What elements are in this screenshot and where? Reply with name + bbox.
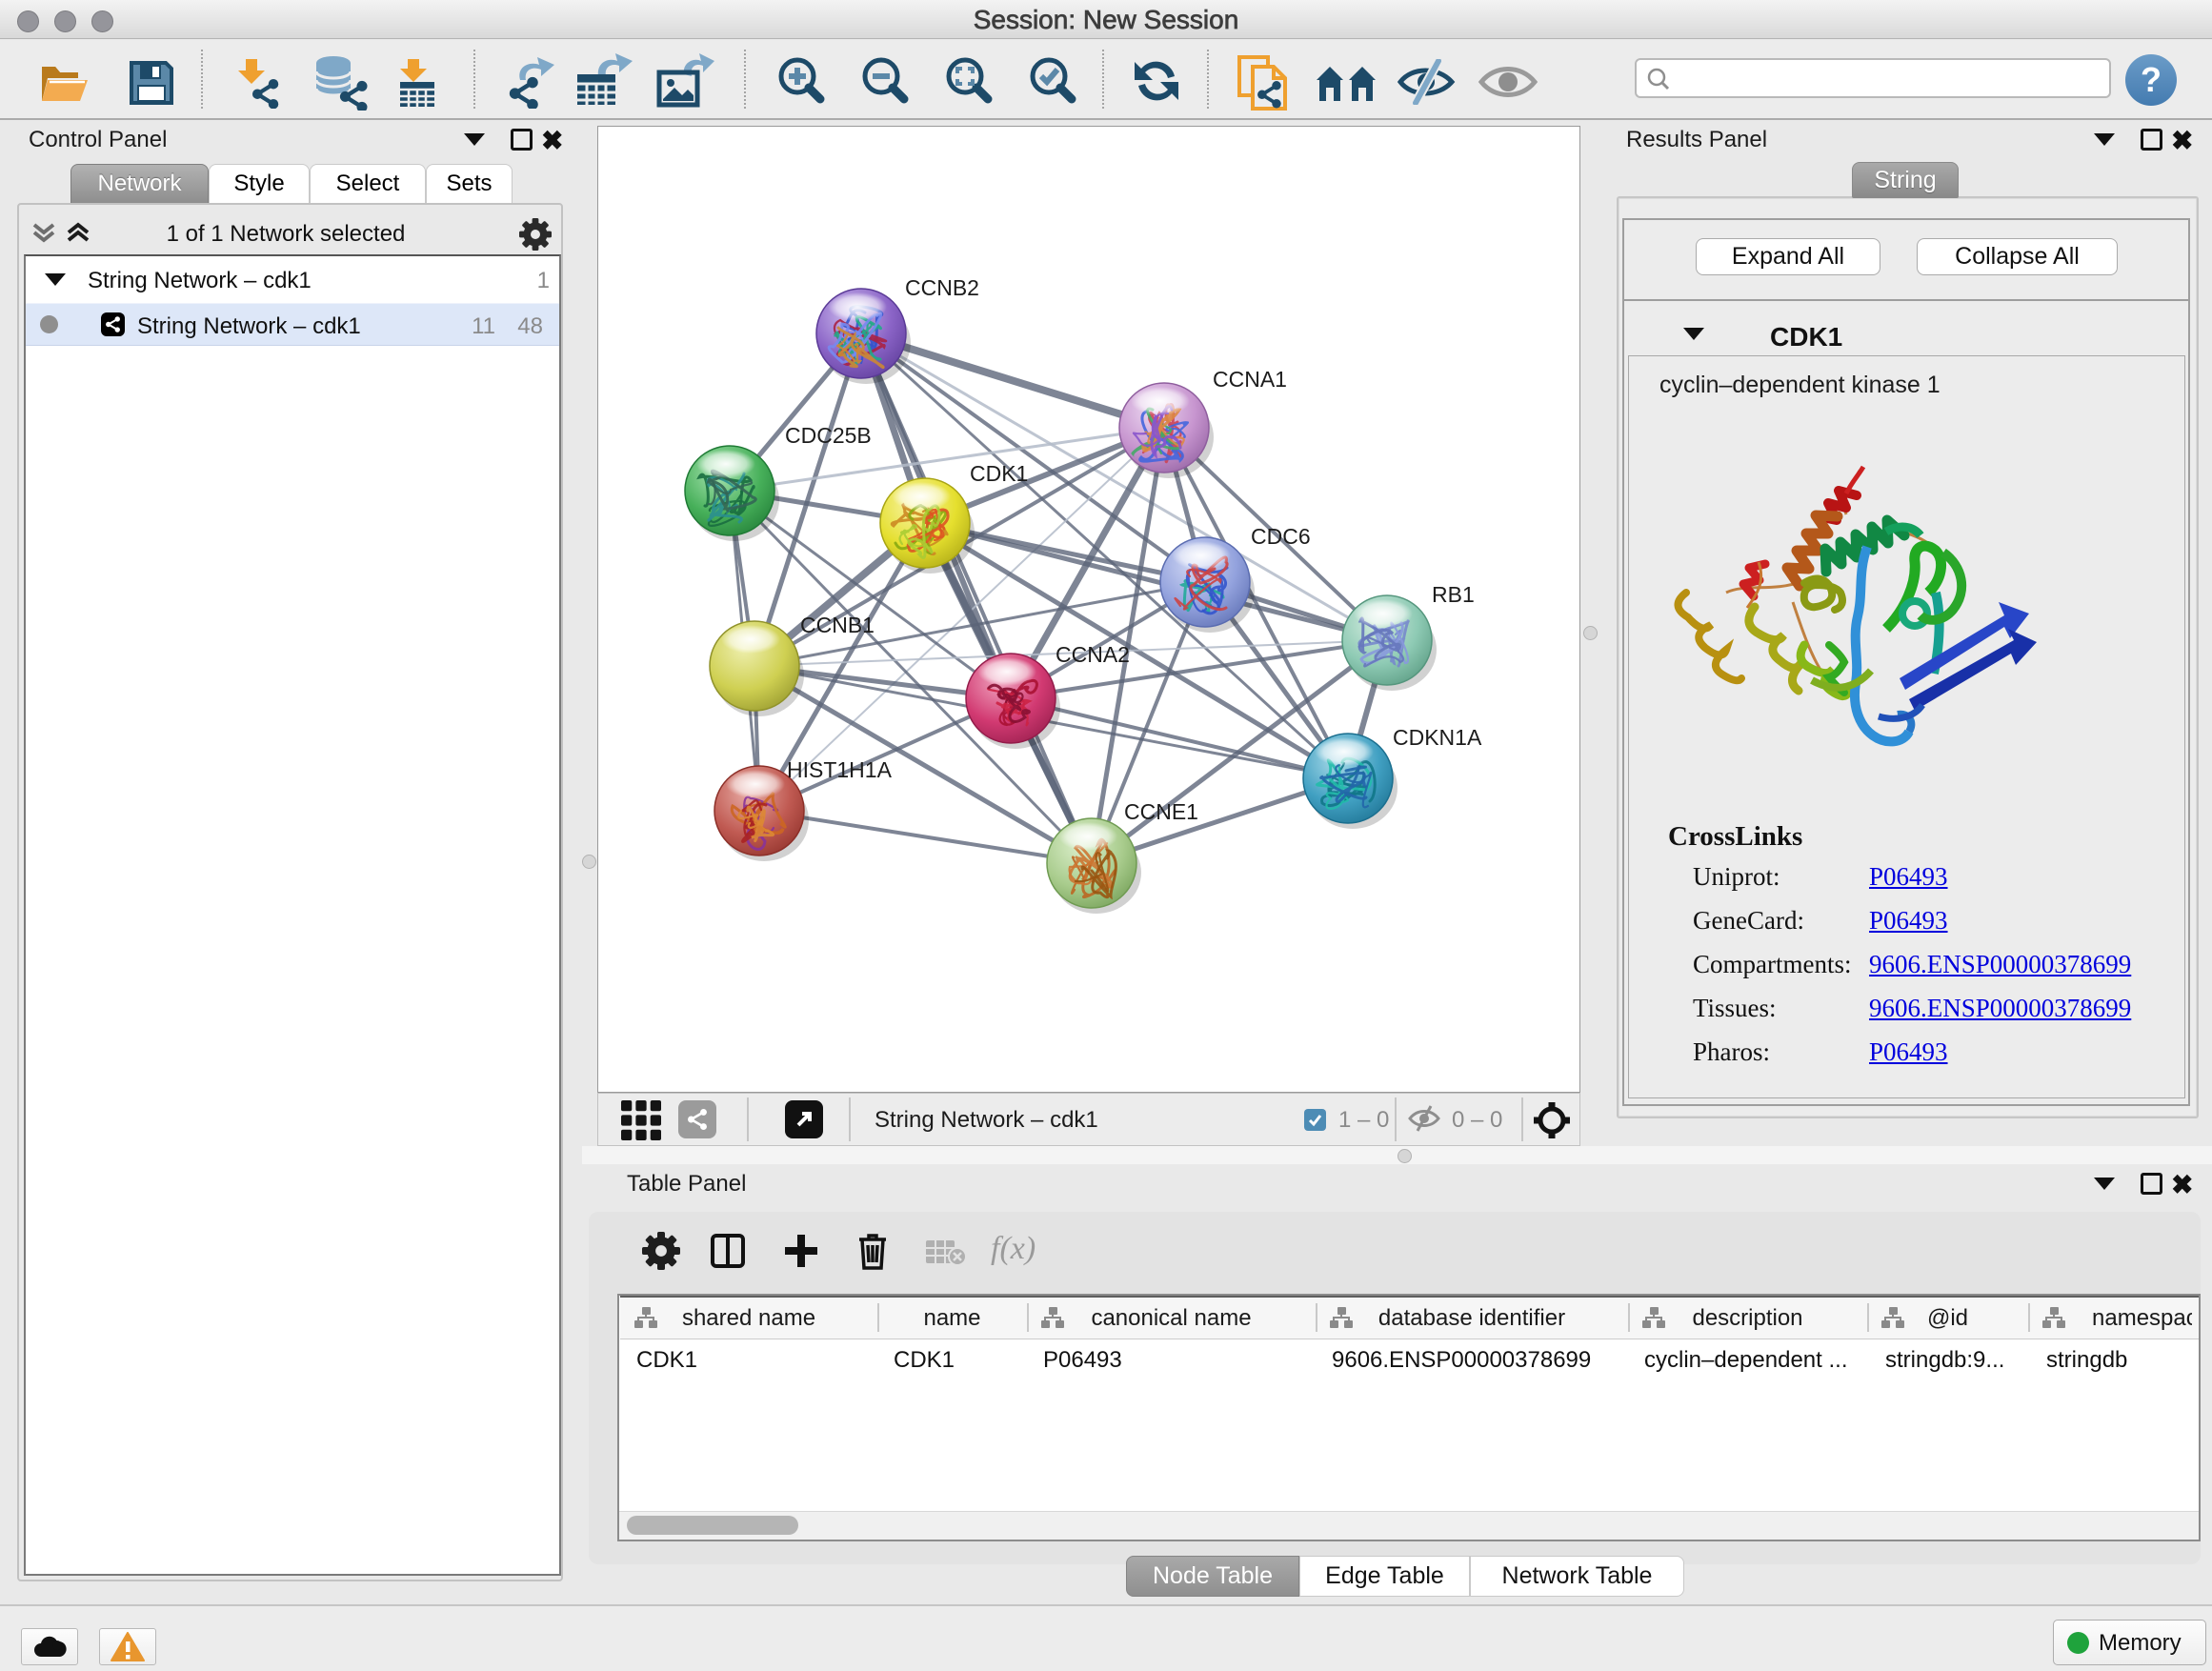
svg-text:RB1: RB1: [1432, 582, 1475, 607]
svg-text:CCNA1: CCNA1: [1213, 367, 1287, 392]
svg-text:CDC6: CDC6: [1251, 524, 1311, 549]
svg-text:HIST1H1A: HIST1H1A: [787, 757, 893, 782]
svg-text:CCNA2: CCNA2: [1056, 642, 1130, 667]
svg-text:CCNB1: CCNB1: [800, 613, 875, 637]
svg-text:CCNB2: CCNB2: [905, 275, 979, 300]
svg-text:CDK1: CDK1: [970, 461, 1028, 486]
svg-text:CDKN1A: CDKN1A: [1393, 725, 1482, 750]
svg-text:CDC25B: CDC25B: [785, 423, 872, 448]
svg-text:CCNE1: CCNE1: [1124, 799, 1198, 824]
